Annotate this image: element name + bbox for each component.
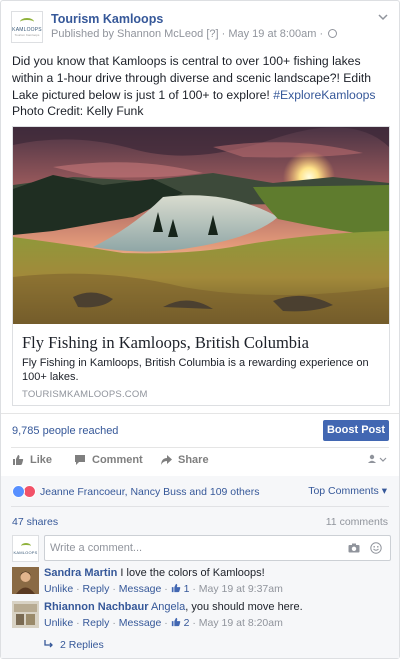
thumbs-up-icon bbox=[171, 617, 180, 627]
shares-count[interactable]: 47 shares bbox=[12, 516, 58, 528]
comment-label: Comment bbox=[92, 454, 143, 466]
comment-like-count[interactable]: 2 bbox=[184, 617, 190, 629]
logo-arc-icon bbox=[20, 542, 31, 549]
share-button[interactable]: Share bbox=[160, 454, 209, 466]
logo-subtext: Tourism Kamloops bbox=[14, 32, 40, 37]
like-label: Like bbox=[30, 454, 53, 466]
unlike-link[interactable]: Unlike bbox=[44, 583, 73, 595]
camera-icon[interactable] bbox=[348, 543, 360, 553]
emoji-icon[interactable] bbox=[370, 542, 382, 554]
boost-post-button[interactable]: Boost Post bbox=[323, 420, 389, 441]
comment-actions: Unlike · Reply · Message · 2 · May 19 at… bbox=[44, 617, 283, 629]
link-description: Fly Fishing in Kamloops, British Columbi… bbox=[22, 357, 369, 383]
reply-arrow-icon bbox=[44, 640, 53, 648]
published-by: Published by Shannon McLeod [?] · May 19… bbox=[51, 28, 324, 40]
post-card: KAMLOOPS Tourism Kamloops Tourism Kamloo… bbox=[0, 0, 400, 659]
link-domain: TOURISMKAMLOOPS.COM bbox=[22, 389, 148, 400]
post-header: KAMLOOPS Tourism Kamloops Tourism Kamloo… bbox=[11, 11, 389, 43]
reactions-summary[interactable]: Jeanne Francoeur, Nancy Buss and 109 oth… bbox=[12, 485, 259, 498]
logo-arc-icon bbox=[20, 17, 34, 26]
comment-timestamp[interactable]: May 19 at 9:37am bbox=[199, 583, 283, 595]
link-preview[interactable]: Fly Fishing in Kamloops, British Columbi… bbox=[12, 126, 390, 406]
comment-message: I love the colors of Kamloops! bbox=[120, 567, 265, 579]
commenter-avatar[interactable] bbox=[12, 567, 39, 594]
divider bbox=[1, 413, 399, 414]
message-link[interactable]: Message bbox=[119, 583, 162, 595]
comment-text: Rhiannon Nachbaur Angela, you should mov… bbox=[44, 601, 303, 613]
comment-author[interactable]: Sandra Martin bbox=[44, 567, 117, 579]
comment-button[interactable]: Comment bbox=[74, 454, 143, 466]
reply-link[interactable]: Reply bbox=[83, 617, 110, 629]
comment-message: , you should move here. bbox=[185, 601, 303, 613]
audience-dropdown-icon bbox=[368, 454, 387, 463]
photo-credit: Photo Credit: Kelly Funk bbox=[12, 104, 144, 118]
thumbs-up-icon bbox=[171, 583, 180, 593]
page-name[interactable]: Tourism Kamloops bbox=[51, 12, 163, 26]
comment-author[interactable]: Rhiannon Nachbaur bbox=[44, 601, 149, 613]
reactors-text: Jeanne Francoeur, Nancy Buss and 109 oth… bbox=[40, 485, 260, 498]
commenter-avatar: KAMLOOPS bbox=[12, 535, 39, 562]
action-bar: Like Comment Share bbox=[1, 448, 399, 474]
logo-text: KAMLOOPS bbox=[13, 549, 38, 555]
commenter-avatar[interactable] bbox=[12, 601, 39, 628]
view-replies-link[interactable]: 2 Replies bbox=[44, 639, 104, 651]
comment-input[interactable]: Write a comment... bbox=[44, 535, 391, 561]
unlike-link[interactable]: Unlike bbox=[44, 617, 73, 629]
comment-like-count[interactable]: 1 bbox=[184, 583, 190, 595]
thumbs-up-icon bbox=[13, 455, 24, 465]
link-title[interactable]: Fly Fishing in Kamloops, British Columbi… bbox=[22, 333, 309, 353]
post-meta: Published by Shannon McLeod [?] · May 19… bbox=[51, 28, 338, 40]
feedback-section: Jeanne Francoeur, Nancy Buss and 109 oth… bbox=[1, 476, 399, 658]
reach-link[interactable]: 9,785 people reached bbox=[12, 425, 118, 437]
message-link[interactable]: Message bbox=[119, 617, 162, 629]
comment-placeholder: Write a comment... bbox=[50, 542, 143, 554]
comment-sort-dropdown[interactable]: Top Comments ▾ bbox=[308, 485, 387, 497]
audience-menu[interactable] bbox=[367, 453, 387, 468]
comment-icon bbox=[75, 455, 85, 465]
comment-mention[interactable]: Angela bbox=[151, 601, 185, 613]
comment-text: Sandra Martin I love the colors of Kamlo… bbox=[44, 567, 265, 579]
globe-icon bbox=[328, 29, 338, 38]
comment-actions: Unlike · Reply · Message · 1 · May 19 at… bbox=[44, 583, 283, 595]
like-button[interactable]: Like bbox=[12, 454, 52, 466]
comments-count: 11 comments bbox=[325, 516, 388, 528]
share-arrow-icon bbox=[161, 455, 172, 465]
share-label: Share bbox=[178, 454, 209, 466]
hashtag-link[interactable]: #ExploreKamloops bbox=[273, 88, 375, 102]
replies-label: 2 Replies bbox=[60, 639, 104, 651]
post-body: Did you know that Kamloops is central to… bbox=[12, 53, 392, 104]
page-avatar[interactable]: KAMLOOPS Tourism Kamloops bbox=[11, 11, 43, 43]
chevron-down-icon[interactable] bbox=[377, 11, 389, 23]
reply-link[interactable]: Reply bbox=[83, 583, 110, 595]
like-reaction-icon bbox=[12, 485, 25, 498]
comment-timestamp[interactable]: May 19 at 8:20am bbox=[199, 617, 283, 629]
lake-photo[interactable] bbox=[13, 127, 389, 324]
divider bbox=[11, 506, 389, 507]
